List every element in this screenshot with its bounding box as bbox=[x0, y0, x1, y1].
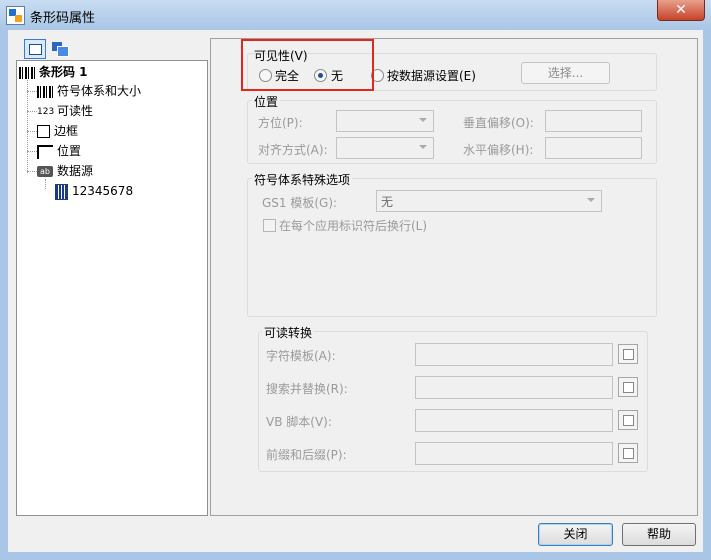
tree-root-barcode[interactable]: 条形码 1 bbox=[19, 63, 88, 81]
alignment-label: 对齐方式(A): bbox=[258, 143, 328, 157]
layers-view-button[interactable] bbox=[50, 39, 70, 57]
close-button[interactable]: 关闭 bbox=[538, 523, 613, 546]
gs1-template-value: 无 bbox=[381, 195, 394, 209]
vb-script-picker-icon[interactable] bbox=[618, 410, 638, 430]
h-offset-field[interactable] bbox=[545, 137, 642, 159]
datasource-icon: ab bbox=[37, 166, 53, 177]
barcode-view-button[interactable] bbox=[24, 39, 46, 59]
radio-by-datasource-label: 按数据源设置(E) bbox=[387, 69, 476, 83]
property-tree: 条形码 1 符号体系和大小 123 可读性 边框 位置 ab 数据源 1234567… bbox=[16, 60, 208, 516]
newline-label: 在每个应用标识符后换行(L) bbox=[279, 219, 428, 233]
prefix-suffix-label: 前缀和后缀(P): bbox=[266, 448, 347, 462]
prefix-suffix-picker-icon[interactable] bbox=[618, 443, 638, 463]
tree-leaf-value[interactable]: 12345678 bbox=[55, 182, 133, 200]
title-bar[interactable]: 条形码属性 ✕ bbox=[0, 0, 711, 30]
char-template-field[interactable] bbox=[415, 343, 613, 366]
orientation-label: 方位(P): bbox=[258, 116, 303, 130]
window-title: 条形码属性 bbox=[30, 11, 96, 26]
tree-item-datasource[interactable]: ab 数据源 bbox=[37, 162, 93, 180]
close-icon: ✕ bbox=[675, 2, 687, 18]
char-template-label: 字符模板(A): bbox=[266, 349, 336, 363]
tree-item-position[interactable]: 位置 bbox=[37, 142, 81, 160]
barcode-value-icon bbox=[55, 183, 68, 200]
vb-script-label: VB 脚本(V): bbox=[266, 415, 332, 429]
symbology-options-legend: 符号体系特殊选项 bbox=[252, 171, 353, 188]
tree-item-symbology[interactable]: 符号体系和大小 bbox=[37, 82, 141, 100]
prefix-suffix-field[interactable] bbox=[415, 442, 613, 465]
visibility-highlight bbox=[241, 39, 374, 91]
tree-item-border[interactable]: 边框 bbox=[37, 122, 78, 140]
barcode-icon bbox=[37, 85, 53, 98]
help-button[interactable]: 帮助 bbox=[622, 523, 696, 546]
search-replace-picker-icon[interactable] bbox=[618, 377, 638, 397]
close-window-button[interactable]: ✕ bbox=[657, 0, 705, 21]
select-button[interactable]: 选择... bbox=[521, 62, 610, 84]
gs1-template-label: GS1 模板(G): bbox=[262, 196, 338, 210]
alignment-combo[interactable] bbox=[336, 137, 434, 159]
border-icon bbox=[37, 125, 50, 138]
orientation-combo[interactable] bbox=[336, 110, 434, 132]
readable-transform-legend: 可读转换 bbox=[262, 324, 315, 341]
app-icon bbox=[6, 6, 25, 25]
chevron-down-icon bbox=[419, 118, 427, 122]
v-offset-label: 垂直偏移(O): bbox=[463, 116, 534, 130]
search-replace-label: 搜索并替换(R): bbox=[266, 382, 348, 396]
v-offset-field[interactable] bbox=[545, 110, 642, 132]
search-replace-field[interactable] bbox=[415, 376, 613, 399]
numbers-123-icon: 123 bbox=[37, 106, 55, 117]
gs1-template-combo[interactable]: 无 bbox=[376, 190, 602, 212]
barcode-icon bbox=[19, 66, 35, 79]
dialog-window: 条形码属性 ✕ 条形码 1 符号体系和大小 123 可读性 边框 位置 ab 数… bbox=[0, 0, 711, 560]
newline-checkbox[interactable] bbox=[263, 219, 276, 232]
char-template-picker-icon[interactable] bbox=[618, 344, 638, 364]
tree-toolbar bbox=[16, 36, 206, 60]
barcode-frame-icon bbox=[29, 44, 42, 55]
chevron-down-icon bbox=[419, 145, 427, 149]
chevron-down-icon bbox=[587, 198, 595, 202]
position-legend: 位置 bbox=[252, 93, 281, 110]
ruler-icon bbox=[37, 144, 53, 159]
h-offset-label: 水平偏移(H): bbox=[463, 143, 534, 157]
vb-script-field[interactable] bbox=[415, 409, 613, 432]
tree-item-readability[interactable]: 123 可读性 bbox=[37, 102, 93, 120]
